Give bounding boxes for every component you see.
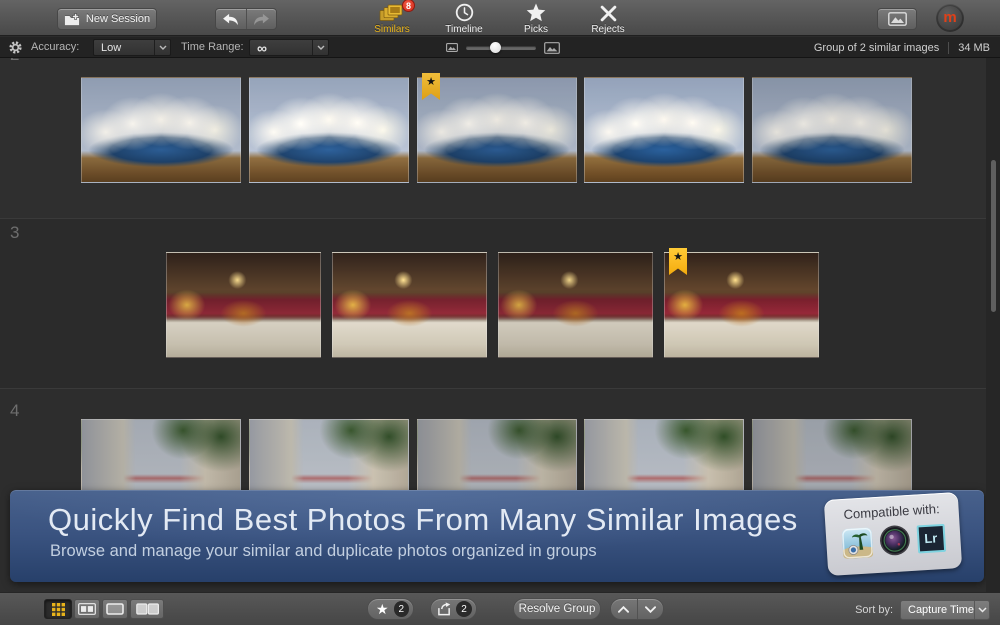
- compatible-card: Compatible with:: [824, 492, 962, 576]
- previous-group-button[interactable]: [611, 599, 637, 619]
- chevron-up-icon: [618, 606, 629, 613]
- group-size-text: 34 MB: [958, 42, 990, 54]
- resolve-group-label: Resolve Group: [519, 603, 596, 615]
- tab-rejects-label: Rejects: [591, 24, 624, 35]
- infinity-value: ∞: [250, 43, 312, 53]
- photo-group-row: 2★: [0, 58, 1000, 218]
- chevron-down-icon: [312, 40, 328, 55]
- chevron-down-icon: [974, 601, 989, 619]
- photo-manager-window: New Session: [0, 0, 1000, 625]
- photo-thumbnail[interactable]: [752, 77, 912, 183]
- photo-thumbnail[interactable]: [249, 77, 409, 183]
- photo-thumbnail[interactable]: [584, 77, 744, 183]
- accuracy-value: Low: [94, 42, 154, 54]
- picks-count: 2: [394, 601, 409, 617]
- similars-count-badge: 8: [402, 0, 415, 12]
- promo-banner: Quickly Find Best Photos From Many Simil…: [10, 490, 984, 582]
- photo-thumbnail[interactable]: ★: [664, 252, 819, 358]
- photo-thumbnail[interactable]: ★: [417, 77, 577, 183]
- lightroom-label: Lr: [924, 530, 938, 546]
- tab-picks[interactable]: Picks: [510, 2, 562, 35]
- thumbnail-size-control: [446, 37, 560, 58]
- clock-icon: [455, 3, 474, 22]
- banner-subtitle: Browse and manage your similar and dupli…: [50, 542, 597, 561]
- single-view-button[interactable]: [102, 599, 128, 619]
- group-number-label: 3: [10, 223, 19, 243]
- chevron-down-icon: [154, 40, 170, 55]
- photo-thumbnail[interactable]: [166, 252, 321, 358]
- star-icon: [526, 3, 546, 22]
- gear-icon[interactable]: [8, 40, 23, 55]
- split-pane-icon: [78, 603, 96, 615]
- bottom-toolbar: ★ 2 2 Resolve Group: [0, 592, 1000, 625]
- compare-pane-icon: [136, 603, 159, 615]
- tab-timeline[interactable]: Timeline: [438, 2, 490, 35]
- large-photo-icon[interactable]: [544, 42, 560, 54]
- time-range-dropdown[interactable]: ∞: [249, 39, 329, 56]
- group-number-label: 2: [10, 58, 19, 65]
- iphoto-icon: [841, 527, 873, 559]
- aperture-icon: [878, 524, 911, 557]
- group-info: Group of 2 similar images 34 MB: [814, 37, 990, 58]
- pick-star-badge: ★: [669, 248, 687, 275]
- compare-view-button[interactable]: [130, 599, 164, 619]
- scrollbar-thumb[interactable]: [991, 160, 996, 312]
- similars-stack-icon: [379, 4, 405, 22]
- star-icon: ★: [376, 602, 389, 616]
- export-icon: [437, 602, 452, 616]
- single-pane-icon: [106, 603, 124, 615]
- next-group-button[interactable]: [637, 599, 664, 619]
- grid-view-button[interactable]: [44, 599, 72, 619]
- filter-bar: Accuracy: Low Time Range: ∞: [0, 37, 1000, 58]
- resolve-group-button[interactable]: Resolve Group: [513, 598, 601, 620]
- group-number-label: 4: [10, 401, 19, 421]
- group-info-text: Group of 2 similar images: [814, 42, 939, 54]
- tab-picks-label: Picks: [524, 24, 548, 35]
- x-icon: [600, 5, 617, 22]
- photo-icon: [888, 12, 907, 26]
- lightroom-icon: Lr: [916, 523, 946, 553]
- tab-similars-label: Similars: [374, 24, 410, 35]
- app-logo[interactable]: m: [936, 4, 964, 32]
- tab-rejects[interactable]: Rejects: [582, 2, 634, 35]
- exports-count-pill[interactable]: 2: [430, 598, 477, 620]
- photo-thumbnail[interactable]: [81, 77, 241, 183]
- sort-value: Capture Time: [901, 604, 974, 616]
- tab-timeline-label: Timeline: [445, 24, 482, 35]
- app-logo-letter: m: [943, 9, 956, 26]
- sort-zone: Sort by: Capture Time: [855, 593, 990, 625]
- chevron-down-icon: [645, 606, 656, 613]
- photo-thumbnail[interactable]: [498, 252, 653, 358]
- split-view-button[interactable]: [74, 599, 100, 619]
- view-mode-buttons: [44, 599, 164, 619]
- accuracy-dropdown[interactable]: Low: [93, 39, 171, 56]
- photo-thumbnail[interactable]: [332, 252, 487, 358]
- photo-groups: 43★2★ Quickly Find Best Photos From Many…: [0, 58, 1000, 592]
- scrollbar-track[interactable]: [986, 58, 1000, 592]
- accuracy-label: Accuracy:: [31, 41, 79, 53]
- grid-icon: [52, 603, 65, 616]
- compatible-label: Compatible with:: [843, 501, 940, 522]
- photo-group-row: 3★: [0, 218, 1000, 388]
- small-photo-icon[interactable]: [446, 43, 458, 52]
- sort-by-label: Sort by:: [855, 604, 893, 616]
- zoom-slider[interactable]: [466, 46, 536, 50]
- banner-title: Quickly Find Best Photos From Many Simil…: [48, 502, 798, 538]
- zoom-slider-thumb[interactable]: [490, 42, 501, 53]
- image-viewer-button[interactable]: [877, 8, 917, 30]
- pick-star-badge: ★: [422, 73, 440, 100]
- group-nav-buttons: [610, 598, 664, 620]
- sort-dropdown[interactable]: Capture Time: [900, 600, 990, 620]
- picks-count-pill[interactable]: ★ 2: [367, 598, 414, 620]
- exports-count: 2: [456, 601, 472, 617]
- time-range-label: Time Range:: [181, 41, 244, 53]
- divider: [948, 42, 949, 54]
- top-toolbar: New Session: [0, 0, 1000, 36]
- mode-tabs: 8 Similars Timeline: [0, 2, 1000, 35]
- tab-similars[interactable]: 8 Similars: [366, 2, 418, 35]
